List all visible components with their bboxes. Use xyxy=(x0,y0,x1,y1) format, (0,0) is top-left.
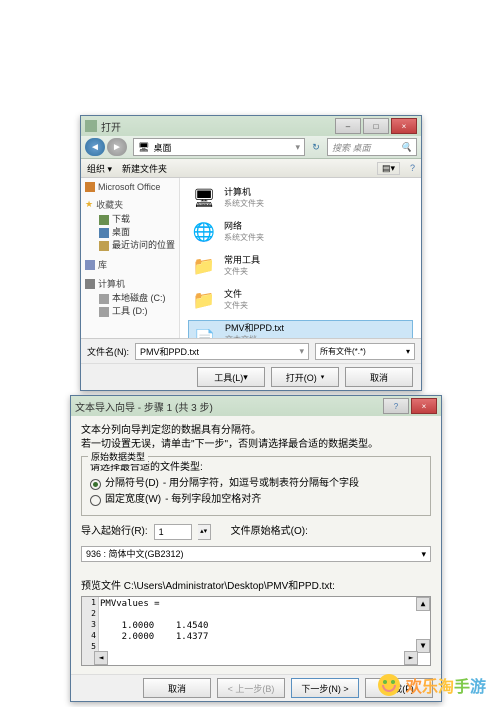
scroll-up[interactable]: ▲ xyxy=(416,597,430,611)
nav-local-c[interactable]: 本地磁盘 (C:) xyxy=(85,292,175,305)
address-bar: ◄ ► 🖥 桌面 ▾ ↻ 搜索 桌面 🔍 xyxy=(81,136,421,159)
folder-icon: 📁 xyxy=(190,254,218,278)
file-origin-label: 文件原始格式(O): xyxy=(231,525,308,539)
search-input[interactable]: 搜索 桌面 🔍 xyxy=(327,138,417,156)
help-button[interactable]: ? xyxy=(410,163,415,173)
nav-libraries[interactable]: 库 xyxy=(85,258,175,271)
open-title: 打开 xyxy=(101,119,121,134)
wizard-cancel-button[interactable]: 取消 xyxy=(143,678,211,698)
list-item[interactable]: 📁 文件文件夹 xyxy=(188,286,413,314)
list-item[interactable]: 🖥 计算机系统文件夹 xyxy=(188,184,413,212)
wizard-next-button[interactable]: 下一步(N) > xyxy=(291,678,359,698)
open-file-dialog: 打开 – □ × ◄ ► 🖥 桌面 ▾ ↻ 搜索 桌面 🔍 组织 ▾ 新建文件夹… xyxy=(80,115,422,391)
start-row-input[interactable]: 1 xyxy=(154,524,192,540)
wizard-intro-1: 文本分列向导判定您的数据具有分隔符。 xyxy=(81,424,431,438)
nav-computer[interactable]: 计算机 xyxy=(85,277,175,290)
group-legend: 原始数据类型 xyxy=(88,450,148,464)
nav-downloads[interactable]: 下载 xyxy=(85,213,175,226)
address-field[interactable]: 🖥 桌面 ▾ xyxy=(133,138,305,156)
scroll-left[interactable]: ◄ xyxy=(94,651,108,665)
wizard-titlebar[interactable]: 文本导入向导 - 步骤 1 (共 3 步) ? × xyxy=(71,396,441,416)
app-icon xyxy=(85,120,97,132)
download-icon xyxy=(99,215,109,225)
address-text: 桌面 xyxy=(153,141,171,154)
back-button[interactable]: ◄ xyxy=(85,138,105,156)
close-button[interactable]: × xyxy=(391,118,417,134)
scroll-right[interactable]: ► xyxy=(404,651,418,665)
nav-desktop[interactable]: 桌面 xyxy=(85,226,175,239)
filename-label: 文件名(N): xyxy=(87,345,129,358)
wizard-close-button[interactable]: × xyxy=(411,398,437,414)
drive-icon xyxy=(99,307,109,317)
desktop-icon: 🖥 xyxy=(138,142,149,153)
minimize-button[interactable]: – xyxy=(335,118,361,134)
star-icon: ★ xyxy=(85,199,93,210)
nav-tools-d[interactable]: 工具 (D:) xyxy=(85,305,175,318)
open-titlebar[interactable]: 打开 – □ × xyxy=(81,116,421,136)
watermark-text: 欢乐淘手游 xyxy=(406,673,486,697)
start-row-spinner[interactable]: ▴▾ xyxy=(198,524,211,540)
open-button[interactable]: 打开(O) xyxy=(271,367,339,387)
network-icon: 🌐 xyxy=(190,220,218,244)
preview-pane: 12345 PMVvalues = 1.0000 1.4540 2.0000 1… xyxy=(81,596,431,666)
nav-favorites[interactable]: ★收藏夹 xyxy=(85,198,175,211)
file-list: 🖥 计算机系统文件夹 🌐 网络系统文件夹 📁 常用工具文件夹 📁 文件文件夹 📄… xyxy=(180,178,421,338)
file-origin-dropdown[interactable]: 936 : 简体中文(GB2312)▾ xyxy=(81,546,431,562)
nav-recent[interactable]: 最近访问的位置 xyxy=(85,239,175,252)
preview-label: 预览文件 C:\Users\Administrator\Desktop\PMV和… xyxy=(81,580,431,594)
filetype-dropdown[interactable]: 所有文件(*.*)▾ xyxy=(315,343,415,360)
list-item[interactable]: 📁 常用工具文件夹 xyxy=(188,252,413,280)
radio-delimited[interactable] xyxy=(90,479,101,490)
radio-fixed-label: 固定宽度(W) xyxy=(105,493,161,507)
toolbar: 组织 ▾ 新建文件夹 ▤▾ ? xyxy=(81,159,421,178)
import-options-row: 导入起始行(R): 1 ▴▾ 文件原始格式(O): 936 : 简体中文(GB23… xyxy=(81,524,431,562)
smiley-icon xyxy=(378,674,400,696)
new-folder-button[interactable]: 新建文件夹 xyxy=(122,162,167,175)
radio-delimited-row[interactable]: 分隔符号(D) - 用分隔字符，如逗号或制表符分隔每个字段 xyxy=(90,477,422,491)
search-icon: 🔍 xyxy=(401,142,412,153)
radio-delimited-label: 分隔符号(D) xyxy=(105,477,159,491)
file-browser: Microsoft Office ★收藏夹 下载 桌面 最近访问的位置 库 计算… xyxy=(81,178,421,338)
watermark: 欢乐淘手游 xyxy=(378,673,486,697)
radio-fixed-row[interactable]: 固定宽度(W) - 每列字段加空格对齐 xyxy=(90,493,422,507)
computer-icon xyxy=(85,279,95,289)
list-item-selected[interactable]: 📄 PMV和PPD.txt文本文档506 字节 xyxy=(188,320,413,338)
radio-delimited-desc: - 用分隔字符，如逗号或制表符分隔每个字段 xyxy=(163,477,359,491)
open-dialog-buttons: 工具(L) ▾ 打开(O) 取消 xyxy=(81,363,421,390)
library-icon xyxy=(85,260,95,270)
list-item[interactable]: 🌐 网络系统文件夹 xyxy=(188,218,413,246)
view-button[interactable]: ▤▾ xyxy=(377,162,400,175)
preview-content: PMVvalues = 1.0000 1.4540 2.0000 1.4377 xyxy=(100,599,428,643)
radio-fixed-desc: - 每列字段加空格对齐 xyxy=(165,493,261,507)
organize-menu[interactable]: 组织 ▾ xyxy=(87,162,112,175)
folder-icon: 📁 xyxy=(190,288,218,312)
wizard-help-button[interactable]: ? xyxy=(383,398,409,414)
filename-input[interactable]: PMV和PPD.txt▾ xyxy=(135,343,309,360)
original-data-type-group: 原始数据类型 请选择最合适的文件类型: 分隔符号(D) - 用分隔字符，如逗号或… xyxy=(81,456,431,516)
filename-row: 文件名(N): PMV和PPD.txt▾ 所有文件(*.*)▾ xyxy=(81,338,421,363)
refresh-icon[interactable]: ↻ xyxy=(309,142,323,153)
computer-large-icon: 🖥 xyxy=(190,186,218,210)
recent-icon xyxy=(99,241,109,251)
wizard-title: 文本导入向导 - 步骤 1 (共 3 步) xyxy=(75,399,213,414)
tools-menu-button[interactable]: 工具(L) ▾ xyxy=(197,367,265,387)
start-row-label: 导入起始行(R): xyxy=(81,525,148,539)
drive-icon xyxy=(99,294,109,304)
forward-button[interactable]: ► xyxy=(107,138,127,156)
maximize-button[interactable]: □ xyxy=(363,118,389,134)
cancel-button[interactable]: 取消 xyxy=(345,367,413,387)
wizard-back-button[interactable]: < 上一步(B) xyxy=(217,678,285,698)
nav-pane: Microsoft Office ★收藏夹 下载 桌面 最近访问的位置 库 计算… xyxy=(81,178,180,338)
scroll-down[interactable]: ▼ xyxy=(416,639,430,653)
radio-fixed[interactable] xyxy=(90,495,101,506)
wizard-body: 文本分列向导判定您的数据具有分隔符。 若一切设置无误，请单击"下一步"，否则请选… xyxy=(71,416,441,674)
nav-office[interactable]: Microsoft Office xyxy=(85,182,175,192)
office-icon xyxy=(85,182,95,192)
text-import-wizard: 文本导入向导 - 步骤 1 (共 3 步) ? × 文本分列向导判定您的数据具有… xyxy=(70,395,442,702)
txt-icon: 📄 xyxy=(191,328,219,339)
desktop-small-icon xyxy=(99,228,109,238)
search-placeholder: 搜索 桌面 xyxy=(332,141,371,154)
